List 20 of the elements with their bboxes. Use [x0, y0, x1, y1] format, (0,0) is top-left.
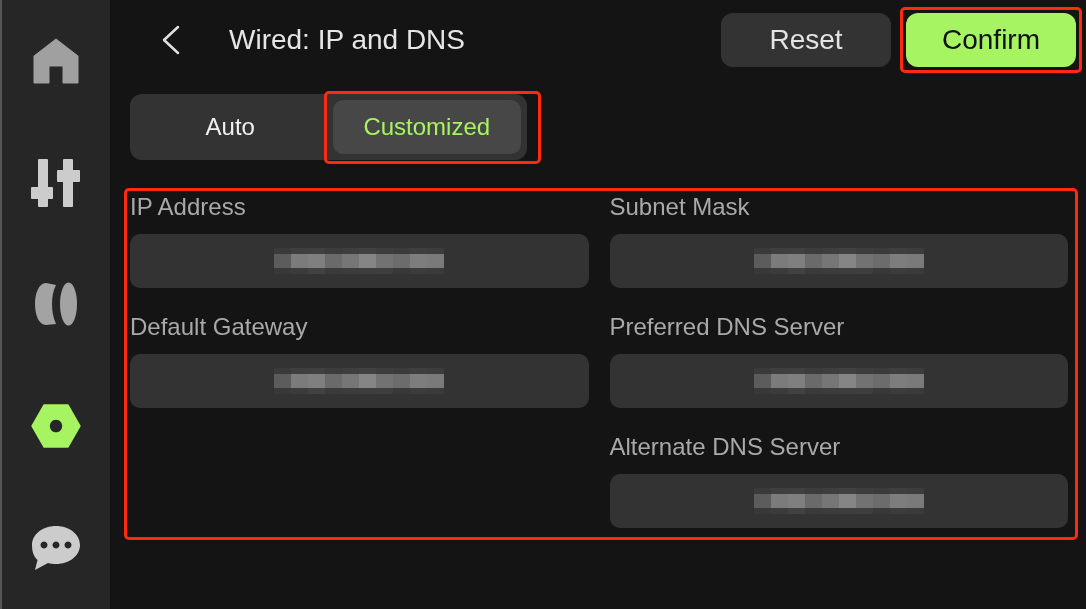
field-label: Alternate DNS Server: [609, 432, 842, 462]
settings-icon[interactable]: [31, 404, 81, 449]
mode-tab[interactable]: Customized: [332, 100, 521, 154]
confirm-button[interactable]: Confirm: [906, 13, 1076, 67]
chevron-left-icon: [160, 25, 182, 55]
sliders-icon[interactable]: [31, 158, 81, 207]
field-label: Preferred DNS Server: [609, 312, 846, 342]
home-icon[interactable]: [33, 37, 79, 84]
input-field[interactable]: [130, 354, 589, 408]
input-field[interactable]: [609, 234, 1068, 288]
spool-icon[interactable]: [35, 282, 77, 327]
input-field[interactable]: [609, 474, 1068, 528]
field-label: IP Address: [130, 192, 247, 222]
reset-button[interactable]: Reset: [721, 13, 891, 67]
input-field[interactable]: [609, 354, 1068, 408]
field-label: Subnet Mask: [609, 192, 751, 222]
field-label: Default Gateway: [130, 312, 309, 342]
page-title: Wired: IP and DNS: [229, 23, 466, 57]
input-field[interactable]: [130, 234, 589, 288]
chat-icon[interactable]: [31, 525, 81, 572]
